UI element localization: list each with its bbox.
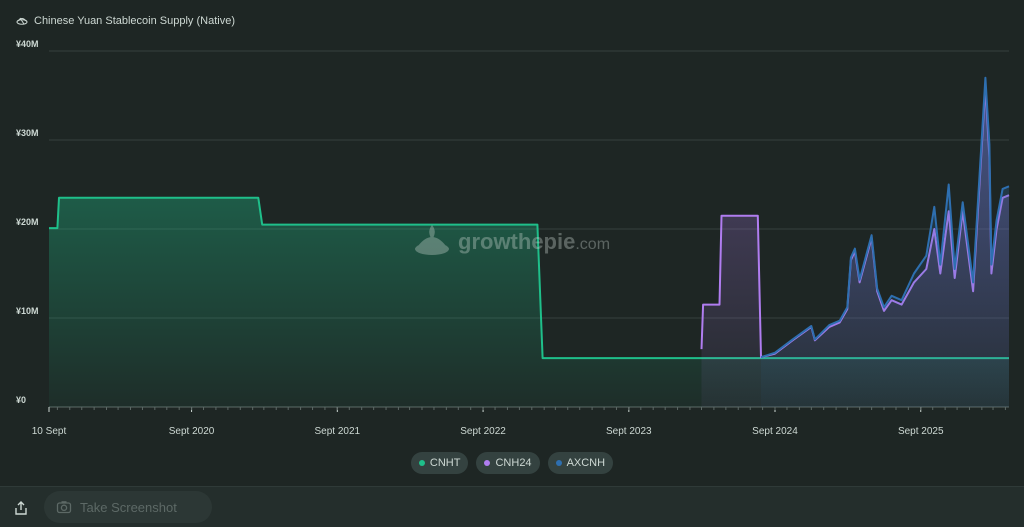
y-tick-label: ¥10M bbox=[16, 306, 39, 316]
legend-item-cnh24[interactable]: CNH24 bbox=[476, 452, 540, 474]
y-tick-label: ¥20M bbox=[16, 217, 39, 227]
y-tick-label: ¥0 bbox=[16, 395, 26, 405]
legend-label-axcnh: AXCNH bbox=[566, 457, 606, 469]
share-button[interactable] bbox=[8, 495, 34, 521]
share-icon bbox=[15, 501, 27, 515]
legend-label-cnh24: CNH24 bbox=[495, 457, 532, 469]
x-tick-label: Sept 2025 bbox=[898, 426, 944, 437]
watermark-suffix: .com bbox=[575, 236, 611, 253]
series-area-axcnh bbox=[761, 77, 1009, 407]
x-tick-label: Sept 2022 bbox=[460, 426, 506, 437]
x-tick-label: Sept 2020 bbox=[169, 426, 215, 437]
bottom-toolbar: Take Screenshot bbox=[0, 486, 1024, 527]
x-tick-label: Sept 2023 bbox=[606, 426, 652, 437]
x-tick-label: Sept 2024 bbox=[752, 426, 798, 437]
chart-title: Chinese Yuan Stablecoin Supply (Native) bbox=[34, 15, 235, 27]
legend-item-axcnh[interactable]: AXCNH bbox=[547, 452, 614, 474]
x-tick-label: 10 Sept bbox=[32, 426, 67, 437]
take-screenshot-label: Take Screenshot bbox=[80, 499, 177, 515]
chart-panel: ¥0 ¥10M ¥20M ¥30M ¥40M 10 Sept Sept 2020 Sept 2… bbox=[0, 0, 1024, 527]
legend-dot-cnht bbox=[418, 460, 425, 466]
pie-logo-icon bbox=[415, 225, 449, 255]
y-tick-label: ¥30M bbox=[16, 128, 39, 138]
take-screenshot-button[interactable]: Take Screenshot bbox=[44, 491, 212, 523]
stablecoin-icon bbox=[16, 17, 28, 25]
watermark-text: growthepie.com bbox=[458, 229, 610, 255]
legend-label-cnht: CNHT bbox=[429, 457, 461, 469]
legend-dot-axcnh bbox=[555, 460, 562, 466]
legend-item-cnht[interactable]: CNHT bbox=[410, 452, 469, 474]
x-tick-label: Sept 2021 bbox=[315, 426, 361, 437]
legend-dot-cnh24 bbox=[484, 460, 491, 466]
camera-icon bbox=[56, 501, 72, 514]
chart-title-row: Chinese Yuan Stablecoin Supply (Native) bbox=[16, 12, 235, 30]
y-tick-label: ¥40M bbox=[16, 39, 39, 49]
chart-legend: CNHT CNH24 AXCNH bbox=[0, 452, 1024, 474]
watermark: growthepie.com bbox=[412, 222, 610, 262]
watermark-brand: growthepie bbox=[458, 229, 576, 254]
